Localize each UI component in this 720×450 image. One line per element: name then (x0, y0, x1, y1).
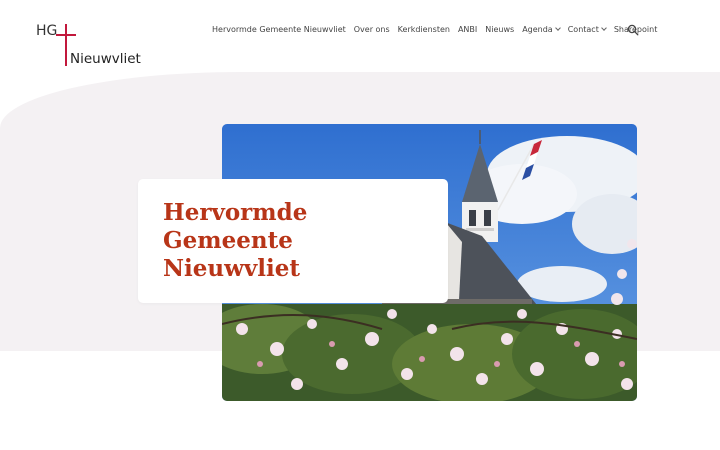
nav-item-nieuws[interactable]: Nieuws (485, 25, 514, 34)
nav-item-anbi[interactable]: ANBI (458, 25, 477, 34)
nav-item-hervormde-gemeente[interactable]: Hervormde Gemeente Nieuwvliet (212, 25, 346, 34)
chevron-down-icon (601, 25, 607, 31)
nav-label: Agenda (522, 24, 553, 34)
search-icon[interactable] (627, 24, 639, 36)
nav-label: Nieuws (485, 24, 515, 34)
title-line: Gemeente (163, 227, 293, 254)
title-line: Hervormde (163, 199, 308, 226)
nav-label: Kerkdiensten (397, 24, 450, 34)
main-nav: Hervormde Gemeente Nieuwvliet Over ons K… (212, 22, 665, 36)
logo-name: Nieuwvliet (70, 51, 141, 67)
hero-title-card: Hervormde Gemeente Nieuwvliet (138, 179, 448, 303)
nav-label: Over ons (353, 24, 390, 34)
nav-item-kerkdiensten[interactable]: Kerkdiensten (398, 25, 450, 34)
nav-label: Contact (567, 24, 599, 34)
page-title: Hervormde Gemeente Nieuwvliet (163, 199, 307, 283)
site-header: HG Nieuwvliet Hervormde Gemeente Nieuwvl… (0, 0, 720, 72)
title-line: Nieuwvliet (163, 255, 301, 282)
nav-item-over-ons[interactable]: Over ons (354, 25, 390, 34)
chevron-down-icon (554, 25, 561, 31)
nav-item-agenda[interactable]: Agenda (522, 24, 561, 34)
cross-icon (65, 24, 67, 66)
nav-label: ANBI (457, 24, 478, 34)
nav-label: Hervormde Gemeente Nieuwvliet (212, 24, 346, 34)
cross-icon-bar (56, 34, 76, 36)
logo-initials: HG (36, 23, 58, 39)
nav-item-contact[interactable]: Contact (567, 24, 607, 34)
site-logo[interactable]: HG Nieuwvliet (36, 22, 146, 68)
